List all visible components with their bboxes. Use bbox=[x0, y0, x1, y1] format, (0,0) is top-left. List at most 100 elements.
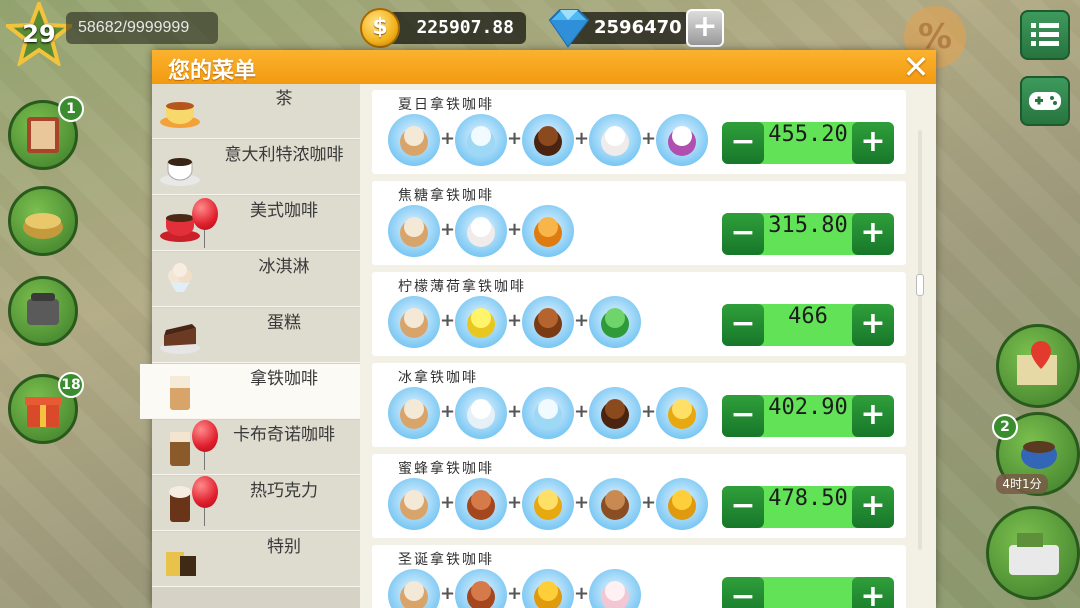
map-button[interactable] bbox=[996, 324, 1080, 408]
recipe-name: 圣诞拿铁咖啡 bbox=[398, 552, 494, 568]
category-cake[interactable]: 蛋糕 bbox=[152, 308, 360, 363]
buy-gems-button[interactable]: + bbox=[686, 9, 724, 47]
honeycomb-icon bbox=[522, 569, 574, 608]
decrease-price-button[interactable]: − bbox=[722, 395, 764, 437]
plus-sign: + bbox=[574, 492, 590, 513]
player-level: 29 bbox=[22, 20, 56, 48]
game-center-button[interactable] bbox=[1020, 76, 1070, 126]
phone-orders-button[interactable] bbox=[8, 276, 78, 346]
decrease-price-button[interactable]: − bbox=[722, 304, 764, 346]
increase-price-button[interactable]: + bbox=[852, 122, 894, 164]
plus-sign: + bbox=[574, 401, 590, 422]
price-stepper: −315.80 + bbox=[722, 213, 894, 255]
plus-sign: + bbox=[641, 492, 657, 513]
order-timer: 4时1分 bbox=[996, 474, 1048, 494]
chocolate-syrup-icon bbox=[522, 114, 574, 166]
decrease-price-button[interactable]: − bbox=[722, 122, 764, 164]
category-espresso[interactable]: 意大利特浓咖啡 bbox=[152, 140, 360, 195]
category-label: 拿铁咖啡 bbox=[250, 369, 318, 389]
hazelnut-icon bbox=[589, 478, 641, 530]
latte-icon bbox=[388, 296, 440, 348]
category-label: 热巧克力 bbox=[250, 481, 318, 501]
category-label: 冰淇淋 bbox=[258, 257, 310, 277]
flour-bowl-icon bbox=[23, 213, 63, 239]
grape-juice-carton-icon bbox=[656, 114, 708, 166]
category-label: 卡布奇诺咖啡 bbox=[233, 425, 335, 445]
category-label: 美式咖啡 bbox=[250, 201, 318, 221]
latte-icon bbox=[388, 205, 440, 257]
cash-register-icon bbox=[1009, 533, 1059, 575]
pantry-button[interactable] bbox=[8, 186, 78, 256]
plus-sign: + bbox=[440, 583, 456, 604]
plus-sign: + bbox=[574, 583, 590, 604]
increase-price-button[interactable]: + bbox=[852, 304, 894, 346]
category-label: 蛋糕 bbox=[267, 313, 301, 333]
category-latte[interactable]: 拿铁咖啡 bbox=[140, 364, 360, 419]
decrease-price-button[interactable]: − bbox=[722, 577, 764, 608]
coin-balance: 225907.88 bbox=[378, 12, 526, 44]
marshmallow-icon bbox=[589, 569, 641, 608]
recipe-scrollbar[interactable] bbox=[916, 130, 924, 550]
menu-list-button[interactable] bbox=[1020, 10, 1070, 60]
price-stepper: −455.20 + bbox=[722, 122, 894, 164]
notification-badge: 1 bbox=[58, 96, 84, 122]
increase-price-button[interactable]: + bbox=[852, 577, 894, 608]
ice-cream-icon bbox=[168, 263, 192, 292]
cinnamon-sticks-icon bbox=[455, 569, 507, 608]
whipped-cream-icon bbox=[589, 114, 641, 166]
plus-sign: + bbox=[507, 492, 523, 513]
increase-price-button[interactable]: + bbox=[852, 213, 894, 255]
latte-glass-icon bbox=[170, 376, 190, 410]
recipe-row: 冰拿铁咖啡 + + + + −402.90 + bbox=[372, 363, 906, 447]
category-hot-chocolate[interactable]: 热巧克力 bbox=[152, 476, 360, 531]
recipe-row: 圣诞拿铁咖啡 + + + − + bbox=[372, 545, 906, 608]
category-label: 茶 bbox=[275, 89, 293, 109]
latte-icon bbox=[388, 114, 440, 166]
category-cappuccino[interactable]: 卡布奇诺咖啡 bbox=[152, 420, 360, 475]
category-special[interactable]: 特别 bbox=[152, 532, 360, 587]
category-tea[interactable]: 茶 bbox=[152, 84, 360, 139]
price-stepper: −402.90 + bbox=[722, 395, 894, 437]
decrease-price-button[interactable]: − bbox=[722, 213, 764, 255]
plus-sign: + bbox=[440, 401, 456, 422]
close-icon[interactable]: ✕ bbox=[900, 51, 932, 84]
price-value: 455.20 bbox=[768, 122, 848, 147]
plus-sign: + bbox=[440, 492, 456, 513]
whipped-cream-icon bbox=[455, 205, 507, 257]
milk-jug-icon bbox=[455, 387, 507, 439]
gamepad-icon bbox=[1029, 92, 1061, 110]
price-value: 478.50 bbox=[768, 486, 848, 511]
cash-register-button[interactable] bbox=[986, 506, 1080, 600]
category-americano[interactable]: 美式咖啡 bbox=[152, 196, 360, 251]
dialog-title: 您的菜单 bbox=[168, 59, 257, 84]
latte-icon bbox=[388, 569, 440, 608]
map-pin-icon bbox=[1017, 341, 1057, 385]
price-stepper: − + bbox=[722, 577, 894, 608]
xp-counter: 58682/9999999 bbox=[66, 12, 218, 44]
increase-price-button[interactable]: + bbox=[852, 395, 894, 437]
recipe-row: 夏日拿铁咖啡 + + + + −455.20 + bbox=[372, 90, 906, 174]
new-item-balloon-icon bbox=[192, 476, 218, 526]
category-ice-cream[interactable]: 冰淇淋 bbox=[152, 252, 360, 307]
price-value: 402.90 bbox=[768, 395, 848, 420]
recipe-row: 柠檬薄荷拿铁咖啡 + + + −466 + bbox=[372, 272, 906, 356]
plus-sign: + bbox=[507, 128, 523, 149]
espresso-cup-icon bbox=[160, 158, 200, 186]
recipe-list[interactable]: 夏日拿铁咖啡 + + + + −455.20 + 焦糖拿铁咖啡 + + −315.80 + 柠檬薄荷拿铁… bbox=[372, 90, 906, 608]
honeycomb-icon bbox=[656, 478, 708, 530]
level-star-badge[interactable]: 29 bbox=[6, 2, 72, 66]
decrease-price-button[interactable]: − bbox=[722, 486, 764, 528]
coin-icon: $ bbox=[360, 8, 400, 48]
plus-sign: + bbox=[641, 401, 657, 422]
recipe-row: 焦糖拿铁咖啡 + + −315.80 + bbox=[372, 181, 906, 265]
increase-price-button[interactable]: + bbox=[852, 486, 894, 528]
recipe-name: 冰拿铁咖啡 bbox=[398, 370, 478, 386]
notification-badge: 2 bbox=[992, 414, 1018, 440]
list-icon bbox=[1031, 23, 1059, 46]
plus-sign: + bbox=[574, 128, 590, 149]
scroll-thumb[interactable] bbox=[916, 274, 924, 296]
price-stepper: −478.50 + bbox=[722, 486, 894, 528]
plus-sign: + bbox=[440, 219, 456, 240]
price-value: 315.80 bbox=[768, 213, 848, 238]
mint-leaves-icon bbox=[589, 296, 641, 348]
